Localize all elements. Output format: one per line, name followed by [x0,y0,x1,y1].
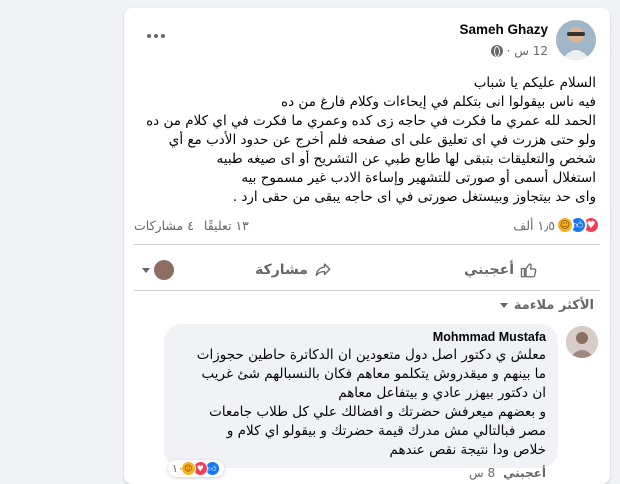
comment-text: معلش ي دكتور اصل دول متعودين ان الدكاترة… [176,346,546,460]
comment-line: مصر فبالتالي مش مدرك قيمة حضرتك و بيقولو… [226,423,546,439]
post-line: فيه ناس بيقولوا انى بتكلم في إيحاءات وكل… [281,94,596,110]
care-icon: ☺ [556,216,574,234]
share-arrow-icon [315,263,331,276]
post-time[interactable]: 12 س · [507,44,548,58]
share-button[interactable]: مشاركة [245,255,342,285]
commenter-avatar[interactable] [566,326,598,358]
more-options-button[interactable] [142,26,170,46]
shares-count[interactable]: ٤ مشاركات [134,218,194,233]
post-actions: أعجبني مشاركة [134,252,600,288]
post-card: Sameh Ghazy 12 س · السلام عليكم يا شباب … [124,8,610,484]
engagement-counts: ١٣ تعليقًا ٤ مشاركات [134,218,249,233]
chevron-down-icon [142,267,150,273]
chevron-down-icon [499,303,508,308]
post-line: الحمد لله عمري ما فكرت في حاجه زى كده وع… [146,113,596,129]
comment-line: خلاص ودا نتيجة نقص عندهم [389,442,546,458]
commenter-name[interactable]: Mohmmad Mustafa [176,330,546,344]
post-author[interactable]: Sameh Ghazy [459,22,548,37]
reaction-icons: ♥ 👍︎ ☺ [556,216,600,234]
post-header: Sameh Ghazy 12 س · [138,16,596,70]
post-line: السلام عليكم يا شباب [473,75,596,91]
sort-label: الأكثر ملاءمة [513,298,594,313]
comment-time[interactable]: 8 س [469,466,495,480]
post-text: السلام عليكم يا شباب فيه ناس بيقولوا انى… [134,74,596,207]
globe-icon [490,45,503,57]
comment-line: و بعضهم ميعرفش حضرتك و افضالك علي كل طلا… [209,404,546,420]
divider [134,290,600,291]
comment-line: معلش ي دكتور اصل دول متعودين ان الدكاترة… [196,347,546,363]
comment-footer: أعجبني 8 س [469,466,546,480]
thumbs-up-icon [520,263,537,278]
comment-line: ان دكتور بيهزر عادي و بيتفاعل معاهم [338,385,546,401]
post-line: واى حد بيتجاوز وبيستغل صورتى في اى حاجه … [232,189,596,205]
post-line: شخص والتعليقات بتبقى لها طابع طبي عن الت… [216,151,596,167]
like-label: أعجبني [463,262,514,278]
post-line: استغلال أسمى أو صورتى للتشهير وإساءة الا… [241,170,596,186]
comments-count[interactable]: ١٣ تعليقًا [204,218,249,233]
comment-reactions[interactable]: 👍︎ ♥ ☺ ١٠ [168,460,224,477]
reactions-count[interactable]: ١٫٥ ألف [513,218,555,233]
like-button[interactable]: أعجبني [454,255,548,285]
comment-like-button[interactable]: أعجبني [503,466,546,480]
comment-as-selector[interactable] [142,260,174,280]
comment-bubble: Mohmmad Mustafa معلش ي دكتور اصل دول متع… [164,324,558,468]
post-line: ولو حتى هزرت في اى تعليق على اى صفحه فلم… [168,132,596,148]
post-meta: 12 س · [490,44,548,58]
reaction-count-group[interactable]: ♥ 👍︎ ☺ ١٫٥ ألف [513,216,600,234]
share-label: مشاركة [255,262,308,278]
reactions-summary: ♥ 👍︎ ☺ ١٫٥ ألف ١٣ تعليقًا ٤ مشاركات [134,212,600,238]
comment-reactions-count: ١٠ [172,462,184,475]
comment-line: ما بينهم و ميقدروش يتكلمو معاهم فكان بال… [201,366,546,382]
author-avatar[interactable] [556,20,596,60]
avatar [154,260,174,280]
more-icon [147,34,151,38]
comment-sort[interactable]: الأكثر ملاءمة [499,298,594,313]
divider [134,244,600,245]
